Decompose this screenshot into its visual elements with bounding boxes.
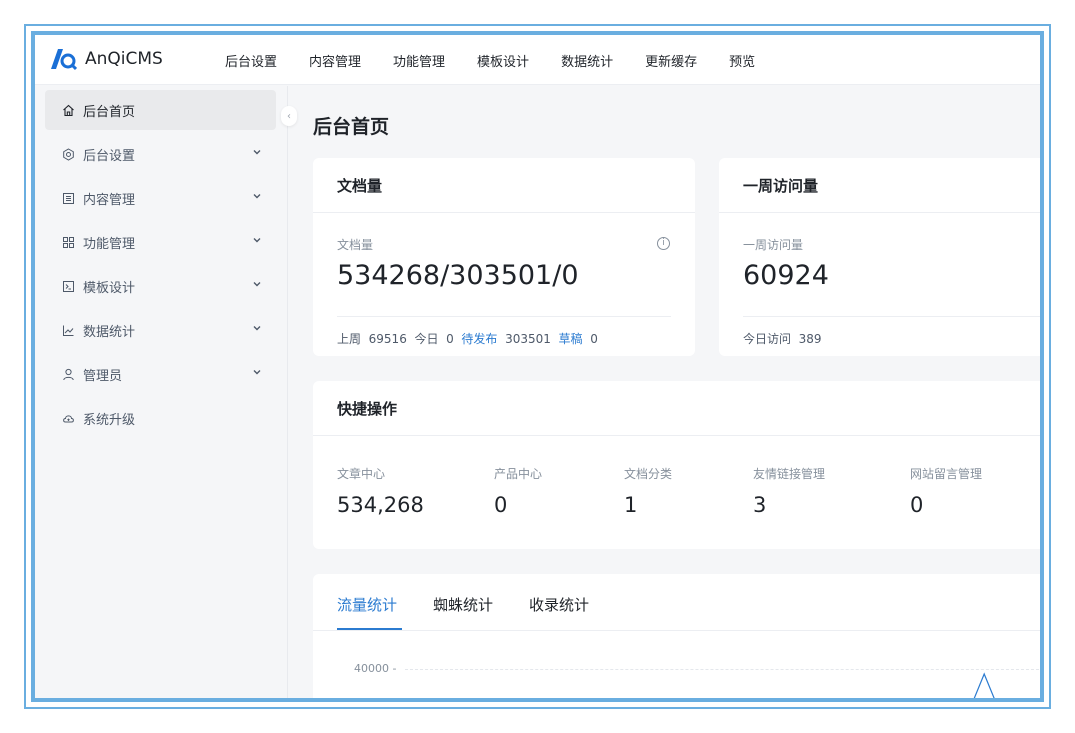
sidebar-collapse-button[interactable]: ‹ <box>281 106 297 126</box>
logo-text: AnQiCMS <box>85 49 163 69</box>
sidebar-item-label: 功能管理 <box>83 236 136 252</box>
pending-publish-value: 303501 <box>505 332 551 346</box>
gear-icon <box>61 147 75 161</box>
tab-traffic-stats[interactable]: 流量统计 <box>337 594 397 615</box>
topnav-item-statistics[interactable]: 数据统计 <box>561 51 613 70</box>
sidebar-item-label: 管理员 <box>83 368 123 384</box>
top-navbar: AnQiCMS 后台设置 内容管理 功能管理 模板设计 数据统计 更新缓存 预览 <box>35 35 1040 85</box>
today-value: 0 <box>446 332 454 346</box>
quick-action-value[interactable]: 3 <box>753 493 766 517</box>
topnav-item-preview[interactable]: 预览 <box>729 51 755 70</box>
sidebar-item-label: 数据统计 <box>83 324 136 340</box>
quick-action-label[interactable]: 网站留言管理 <box>910 465 982 482</box>
stat-value: 60924 <box>743 260 829 291</box>
stat-label: 一周访问量 <box>743 238 804 252</box>
stat-label: 文档量 <box>337 238 374 252</box>
last-week-label: 上周 <box>337 332 362 346</box>
terminal-icon <box>61 279 75 293</box>
y-axis-tick-label: 40000 - <box>354 662 397 675</box>
info-icon[interactable]: i <box>657 237 670 250</box>
sidebar-item-label: 模板设计 <box>83 280 136 296</box>
sidebar-item-upgrade[interactable]: 系统升级 <box>45 398 276 438</box>
traffic-line-chart <box>973 672 995 698</box>
anqicms-logo-icon <box>49 47 78 71</box>
logo[interactable]: AnQiCMS <box>49 47 163 71</box>
sidebar-item-statistics[interactable]: 数据统计 <box>45 310 276 350</box>
sidebar-item-label: 后台设置 <box>83 148 136 164</box>
cloud-upload-icon <box>61 411 75 425</box>
sidebar-item-settings[interactable]: 后台设置 <box>45 134 276 174</box>
sidebar-item-dashboard[interactable]: 后台首页 <box>45 90 276 130</box>
sidebar-item-label: 后台首页 <box>83 104 136 120</box>
quick-action-value[interactable]: 534,268 <box>337 493 424 517</box>
topnav-item-content[interactable]: 内容管理 <box>309 51 361 70</box>
document-list-icon <box>61 191 75 205</box>
line-chart-icon <box>61 323 75 337</box>
chevron-down-icon <box>253 326 261 331</box>
stat-value: 534268/303501/0 <box>337 260 579 291</box>
tab-spider-stats[interactable]: 蜘蛛统计 <box>433 594 493 615</box>
card-title: 一周访问量 <box>719 158 1040 213</box>
drafts-link[interactable]: 草稿 <box>559 332 583 346</box>
pending-publish-link[interactable]: 待发布 <box>461 332 497 346</box>
chevron-down-icon <box>253 194 261 199</box>
last-week-value: 69516 <box>368 332 407 346</box>
topnav-item-templates[interactable]: 模板设计 <box>477 51 529 70</box>
sidebar-item-templates[interactable]: 模板设计 <box>45 266 276 306</box>
visits-footer: 今日访问 389 <box>743 330 822 347</box>
divider <box>337 316 671 317</box>
chevron-down-icon <box>253 238 261 243</box>
quick-actions-card: 快捷操作 文章中心 534,268 产品中心 0 文档分类 1 友情链接管理 3… <box>313 381 1040 549</box>
chevron-down-icon <box>253 282 261 287</box>
document-stats-footer: 上周 69516 今日 0 待发布 303501 草稿 0 <box>337 330 598 347</box>
drafts-value: 0 <box>590 332 598 346</box>
tab-index-stats[interactable]: 收录统计 <box>529 594 589 615</box>
card-title: 文档量 <box>313 158 695 213</box>
document-count-card: 文档量 文档量 i 534268/303501/0 上周 69516 今日 0 … <box>313 158 695 356</box>
sidebar-item-label: 内容管理 <box>83 192 136 208</box>
user-icon <box>61 367 75 381</box>
quick-action-label[interactable]: 友情链接管理 <box>753 465 825 482</box>
top-menu: 后台设置 内容管理 功能管理 模板设计 数据统计 更新缓存 预览 <box>225 35 787 85</box>
page-title: 后台首页 <box>313 116 390 138</box>
tab-divider <box>313 630 1040 631</box>
today-visits-label: 今日访问 <box>743 332 792 346</box>
quick-action-value[interactable]: 0 <box>910 493 923 517</box>
quick-action-label[interactable]: 文章中心 <box>337 465 385 482</box>
sidebar-item-label: 系统升级 <box>83 412 136 428</box>
chevron-down-icon <box>253 150 261 155</box>
statistics-card: 流量统计 蜘蛛统计 收录统计 40000 - <box>313 574 1040 698</box>
quick-action-value[interactable]: 1 <box>624 493 637 517</box>
topnav-item-refresh-cache[interactable]: 更新缓存 <box>645 51 697 70</box>
sidebar-item-admins[interactable]: 管理员 <box>45 354 276 394</box>
topnav-item-settings[interactable]: 后台设置 <box>225 51 277 70</box>
today-label: 今日 <box>414 332 439 346</box>
chevron-left-icon: ‹ <box>287 110 291 122</box>
quick-action-label[interactable]: 文档分类 <box>624 465 672 482</box>
topnav-item-functions[interactable]: 功能管理 <box>393 51 445 70</box>
sidebar-item-content[interactable]: 内容管理 <box>45 178 276 218</box>
today-visits-value: 389 <box>798 332 822 346</box>
home-icon <box>61 103 75 117</box>
quick-action-label[interactable]: 产品中心 <box>494 465 542 482</box>
sidebar: 后台首页 后台设置 内容管理 功能管理 模板设计 数据统计 管理员 系统升级 <box>35 86 288 698</box>
grid-icon <box>61 235 75 249</box>
app-window: AnQiCMS 后台设置 内容管理 功能管理 模板设计 数据统计 更新缓存 预览… <box>31 31 1044 702</box>
traffic-series-line <box>973 672 995 698</box>
sidebar-item-functions[interactable]: 功能管理 <box>45 222 276 262</box>
card-title: 快捷操作 <box>313 381 1040 436</box>
chevron-down-icon <box>253 370 261 375</box>
weekly-visits-card: 一周访问量 一周访问量 60924 今日访问 389 <box>719 158 1040 356</box>
divider <box>743 316 1040 317</box>
quick-action-value[interactable]: 0 <box>494 493 507 517</box>
